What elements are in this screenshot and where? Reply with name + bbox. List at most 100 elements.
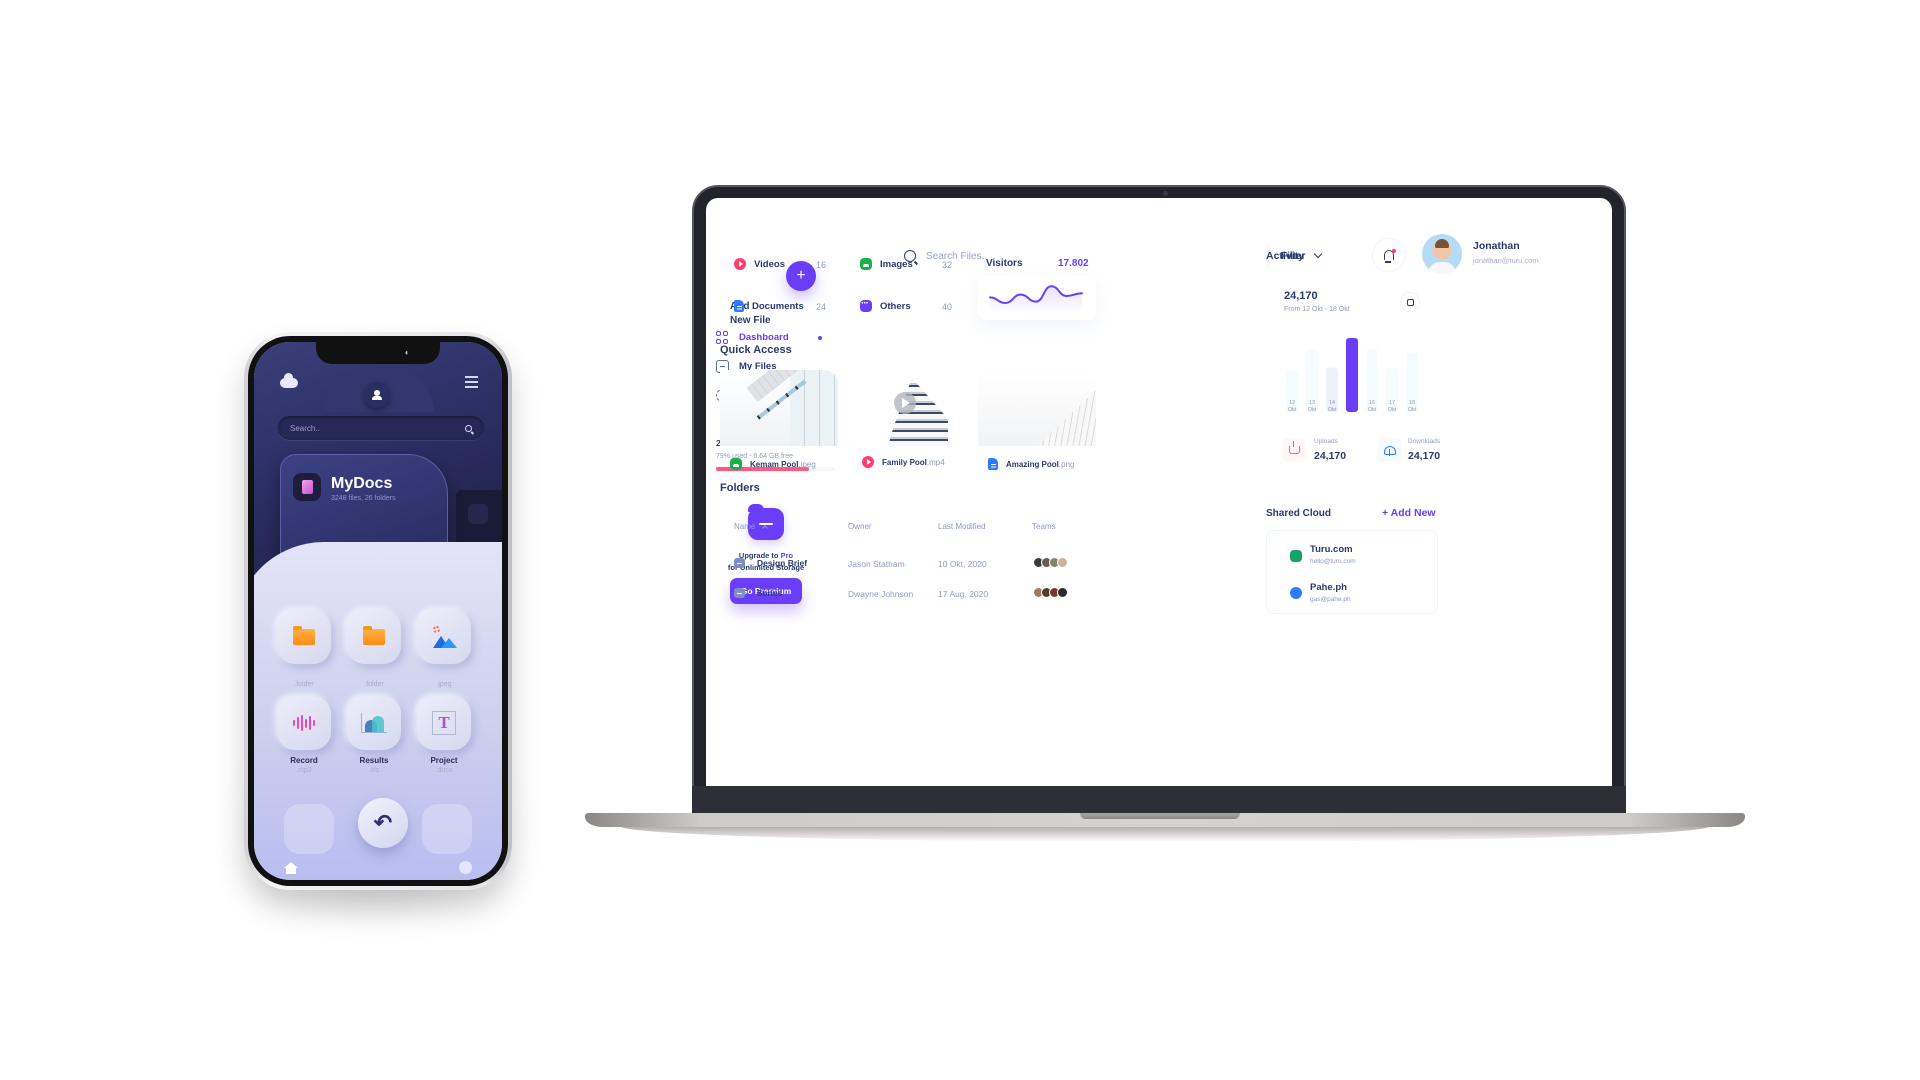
column-header-last-modified[interactable]: Last Modified (938, 522, 986, 531)
activity-chart-button[interactable] (1400, 292, 1420, 312)
shared-item-name[interactable]: Pahe.ph (1310, 582, 1347, 593)
shared-cloud-list (1266, 530, 1438, 614)
downloads-icon-box (1378, 438, 1402, 462)
file-tile[interactable]: .jpeg (416, 610, 472, 688)
file-tile[interactable]: .folder (276, 610, 332, 688)
folder-modified: 17 Aug, 2020 (938, 589, 989, 599)
bar-label-day: 18 (1408, 400, 1416, 406)
shared-cloud-title: Shared Cloud (1266, 508, 1332, 519)
category-count: 16 (816, 260, 827, 270)
file-name: Kemam Pool (750, 459, 799, 469)
team-avatars[interactable] (1033, 557, 1068, 568)
column-header-owner[interactable]: Owner (848, 522, 872, 531)
tile-ext: .mp3 (296, 767, 312, 774)
document-icon (734, 300, 744, 312)
folder-icon (734, 588, 745, 598)
file-tile[interactable]: Results .xls (346, 696, 402, 774)
laptop-chin (692, 786, 1626, 814)
tile-box: T (417, 696, 471, 750)
table-row-name[interactable]: Design Brief (734, 558, 807, 568)
team-avatar (1057, 557, 1068, 568)
home-icon[interactable] (284, 862, 298, 874)
file-caption: Amazing Pool.png (988, 458, 1098, 470)
tile-ext: .docx (435, 767, 453, 774)
file-tile[interactable]: Record .mp3 (276, 696, 332, 774)
tile-ext: .jpeg (436, 681, 452, 688)
tile-ext: .xls (368, 767, 380, 774)
image-icon (730, 458, 742, 470)
clock-icon[interactable] (459, 861, 472, 874)
shared-item-name[interactable]: Turu.com (1310, 544, 1353, 555)
play-icon[interactable] (894, 392, 916, 414)
quick-access-item[interactable]: Family Pool.mp4 (852, 370, 972, 468)
notifications-button[interactable] (1372, 238, 1406, 272)
team-avatars[interactable] (1033, 587, 1068, 598)
folder-modified: 10 Okt, 2020 (938, 559, 987, 569)
category-videos[interactable]: Videos (734, 258, 785, 270)
notification-badge (1392, 249, 1396, 253)
folder-icon (734, 558, 745, 568)
side-card-icon (468, 504, 488, 524)
folders-title: Folders (720, 482, 760, 494)
video-icon (734, 258, 746, 270)
document-icon (293, 473, 321, 501)
bar-label: 15 Okt (1342, 400, 1362, 414)
folder-owner: Dwayne Johnson (848, 589, 914, 599)
column-header-teams[interactable]: Teams (1032, 522, 1056, 531)
text-icon: T (432, 711, 456, 735)
shared-item-email: hello@turu.com (1310, 558, 1356, 565)
column-header-name[interactable]: Name (734, 522, 769, 531)
uploads-icon-box (1282, 438, 1306, 462)
tile-name: Record (290, 756, 318, 765)
quick-access-title: Quick Access (720, 344, 792, 356)
sort-ascending-icon (762, 525, 769, 531)
activity-total: 24,170 (1284, 290, 1318, 302)
phone-file-grid: .folder .folder .jpeg Record .mp3 Result… (276, 610, 476, 774)
cloud-icon[interactable] (280, 373, 298, 388)
plus-icon: + (796, 267, 806, 284)
uploads-label: Uploads (1314, 438, 1338, 445)
bar-label-day: 12 (1288, 400, 1296, 406)
phone-search-field[interactable]: Search.. (278, 416, 484, 440)
phone-bottom-nav: ↶ (254, 798, 502, 880)
file-ext: .jpeg (798, 459, 816, 469)
search-input[interactable] (926, 250, 1126, 262)
add-label-line2: New File (730, 315, 771, 326)
bar-label-day: 13 (1308, 400, 1316, 406)
file-caption: Kemam Pool.jpeg (730, 458, 840, 470)
table-row-name[interactable]: Series (734, 588, 783, 598)
bar-label: 16 Okt (1362, 400, 1382, 414)
add-new-file-button[interactable]: + (786, 261, 816, 291)
tile-name: Results (359, 756, 389, 765)
file-tile[interactable]: T Project .docx (416, 696, 472, 774)
chevron-down-icon (1314, 249, 1323, 259)
user-email: jonathan@turu.com (1473, 256, 1539, 265)
bar-label-month: Okt (1307, 407, 1317, 413)
add-new-button[interactable]: + Add New (1382, 507, 1436, 519)
tile-box (347, 696, 401, 750)
file-ext: .mp4 (926, 457, 945, 467)
category-others[interactable]: Others (860, 298, 911, 312)
profile-button[interactable] (364, 382, 390, 408)
tile-box (277, 610, 331, 664)
folder-icon (293, 626, 315, 645)
avatar[interactable] (1422, 234, 1462, 274)
quick-access-item[interactable]: Kemam Pool.jpeg (720, 370, 840, 470)
quick-access-item[interactable]: Amazing Pool.png (978, 370, 1098, 470)
bar-label: 17 Okt (1382, 400, 1402, 414)
uploads-value: 24,170 (1314, 450, 1347, 462)
category-label: Others (880, 300, 911, 312)
sidebar-item-label: Dashboard (739, 332, 789, 343)
mydocs-subtitle: 3248 files, 26 folders (331, 495, 396, 502)
sync-fab-button[interactable]: ↶ (358, 798, 408, 848)
file-tile[interactable]: .folder (346, 610, 402, 688)
tile-box (347, 610, 401, 664)
hamburger-menu-icon[interactable] (465, 376, 478, 388)
search-icon (465, 424, 472, 432)
bar-label: 18 Okt (1402, 400, 1422, 414)
tile-box (417, 610, 471, 664)
category-images[interactable]: Images (860, 258, 913, 270)
category-documents[interactable]: Documents (734, 300, 804, 312)
dashboard-screen: Filter Jonathan jonathan@turu.com Add Ne… (706, 198, 1612, 786)
laptop-shadow (620, 826, 1710, 842)
